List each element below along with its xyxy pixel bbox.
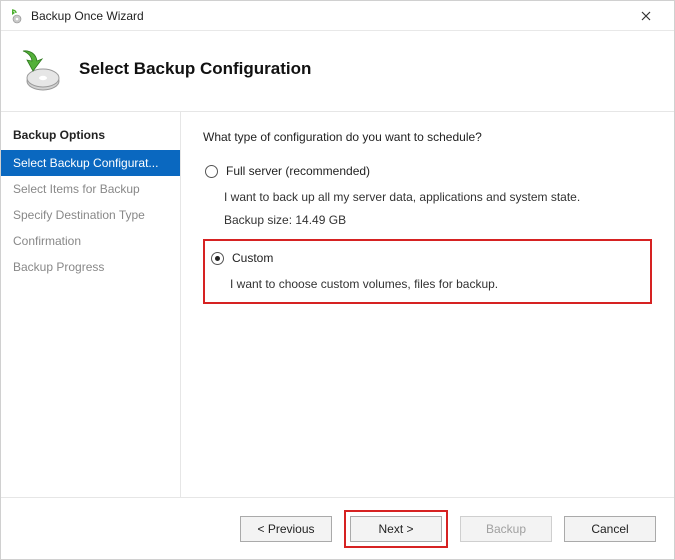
wizard-content: What type of configuration do you want t…: [181, 112, 674, 498]
step-specify-destination-type[interactable]: Specify Destination Type: [1, 202, 180, 228]
option-custom[interactable]: Custom: [209, 247, 646, 271]
next-button[interactable]: Next >: [350, 516, 442, 542]
titlebar: Backup Once Wizard: [1, 1, 674, 31]
previous-button[interactable]: < Previous: [240, 516, 332, 542]
step-select-items-for-backup[interactable]: Select Items for Backup: [1, 176, 180, 202]
wizard-steps-sidebar: Backup Options Select Backup Configurat.…: [1, 112, 181, 498]
option-full-server-desc: I want to back up all my server data, ap…: [203, 188, 652, 207]
next-button-highlight: Next >: [344, 510, 448, 548]
option-custom-title: Custom: [232, 251, 644, 265]
option-full-server-size: Backup size: 14.49 GB: [203, 213, 652, 227]
wizard-header: Select Backup Configuration: [1, 31, 674, 112]
step-select-backup-configuration[interactable]: Select Backup Configurat...: [1, 150, 180, 176]
step-backup-progress[interactable]: Backup Progress: [1, 254, 180, 280]
config-question: What type of configuration do you want t…: [203, 130, 652, 144]
option-full-server[interactable]: Full server (recommended): [203, 160, 652, 184]
backup-button: Backup: [460, 516, 552, 542]
step-confirmation[interactable]: Confirmation: [1, 228, 180, 254]
backup-app-icon: [9, 8, 25, 24]
option-full-server-title: Full server (recommended): [226, 164, 650, 178]
window-title: Backup Once Wizard: [31, 9, 626, 23]
option-custom-desc: I want to choose custom volumes, files f…: [209, 275, 646, 294]
close-icon[interactable]: [626, 2, 666, 30]
wizard-body: Backup Options Select Backup Configurat.…: [1, 112, 674, 498]
wizard-footer: < Previous Next > Backup Cancel: [1, 497, 674, 559]
sidebar-heading: Backup Options: [1, 122, 180, 150]
cancel-button[interactable]: Cancel: [564, 516, 656, 542]
radio-full-server[interactable]: [205, 165, 218, 178]
option-custom-highlight: Custom I want to choose custom volumes, …: [203, 239, 652, 304]
backup-wizard-icon: [17, 45, 65, 93]
page-title: Select Backup Configuration: [79, 59, 311, 79]
radio-custom[interactable]: [211, 252, 224, 265]
